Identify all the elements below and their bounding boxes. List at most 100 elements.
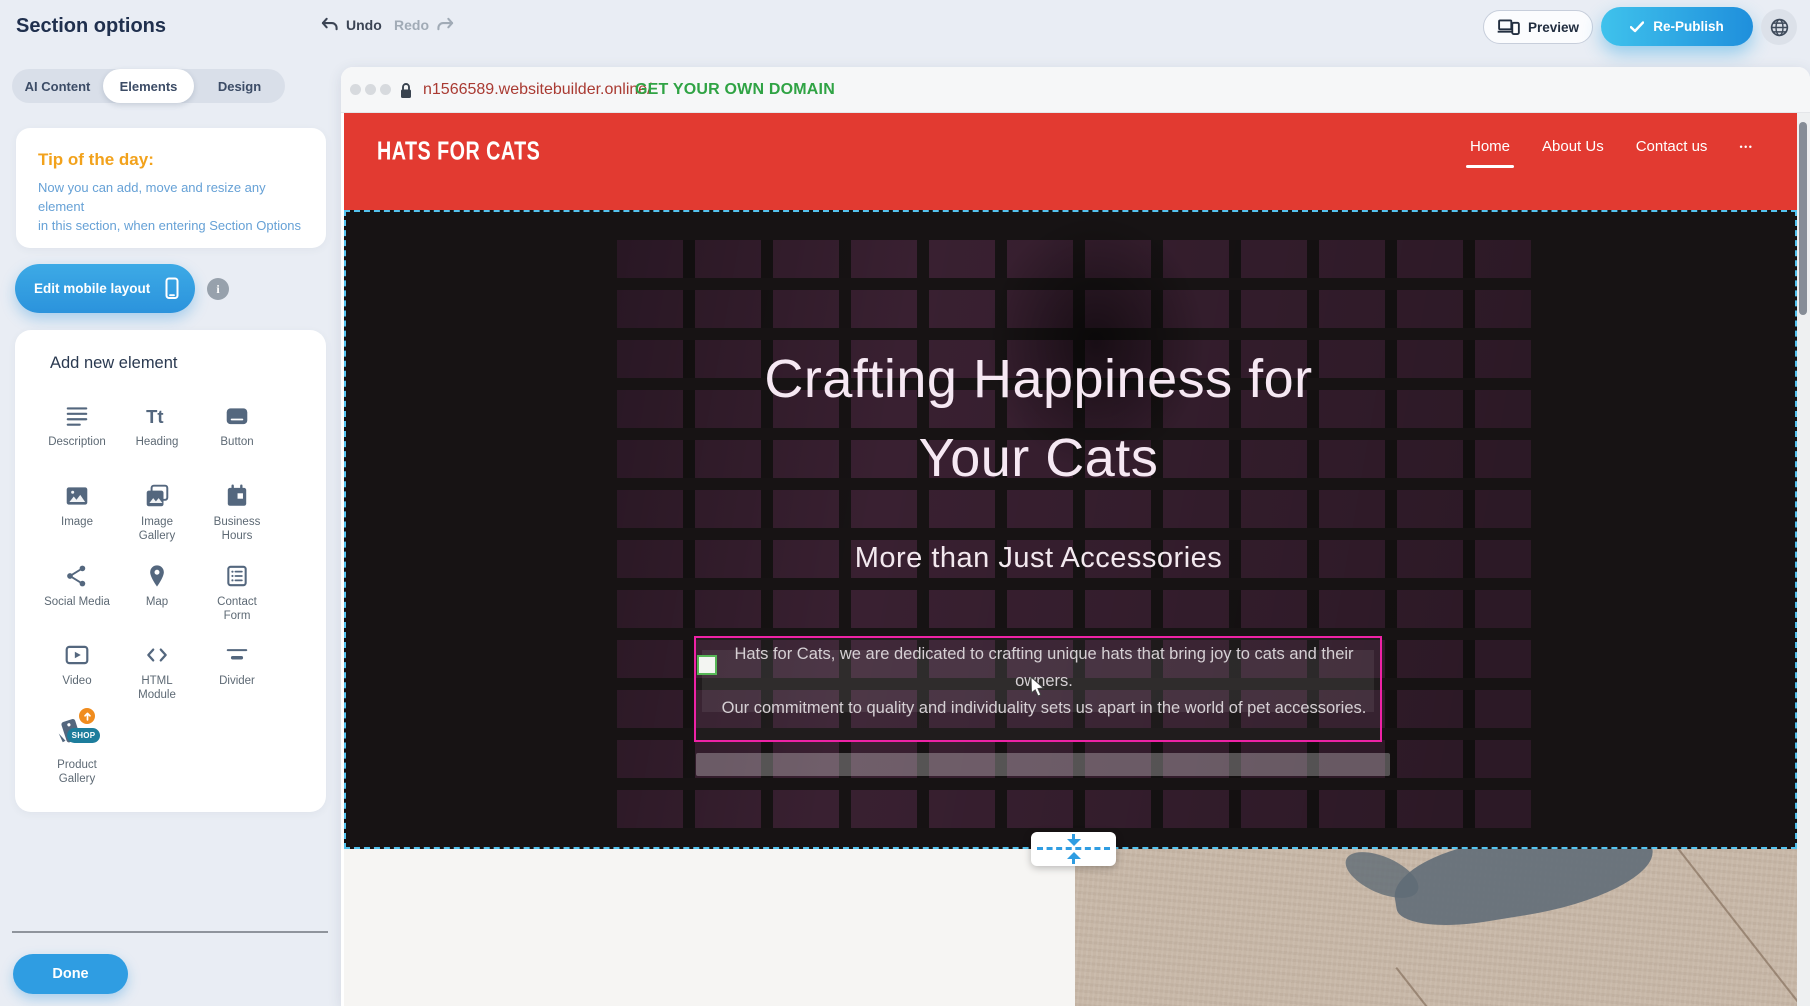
element-item-business-hours[interactable]: Business Hours xyxy=(197,483,277,543)
window-dot-icon xyxy=(350,84,361,95)
element-label: Description xyxy=(37,436,117,450)
redo-label: Redo xyxy=(394,17,429,33)
undo-icon xyxy=(320,16,339,33)
element-item-divider[interactable]: Divider xyxy=(197,642,277,689)
browser-scrollbar[interactable] xyxy=(1797,113,1810,1006)
video-icon xyxy=(64,642,90,668)
section-resize-handle[interactable] xyxy=(1031,832,1116,866)
element-label: Divider xyxy=(197,675,277,689)
element-label: HTML Module xyxy=(117,675,197,702)
element-label: Social Media xyxy=(37,596,117,610)
element-item-map[interactable]: Map xyxy=(117,563,197,610)
business-hours-icon xyxy=(224,483,250,509)
site-nav: Home About Us Contact us ••• xyxy=(1470,138,1762,155)
svg-text:Tt: Tt xyxy=(146,406,163,427)
element-item-video[interactable]: Video xyxy=(37,642,117,689)
element-label: Map xyxy=(117,596,197,610)
element-item-product-gallery[interactable]: SHOP Product Gallery xyxy=(37,712,117,786)
element-item-image[interactable]: Image xyxy=(37,483,117,530)
button-icon xyxy=(224,403,250,429)
element-item-heading[interactable]: Tt Heading xyxy=(117,403,197,450)
devices-icon xyxy=(1497,19,1520,35)
shop-badge: SHOP xyxy=(67,728,100,743)
republish-label: Re-Publish xyxy=(1653,19,1724,34)
code-icon xyxy=(144,642,170,668)
nav-item-contact-us[interactable]: Contact us xyxy=(1636,138,1708,155)
app-root: Section options Undo Redo Preview Re-Pub… xyxy=(0,0,1810,1006)
lock-icon xyxy=(399,82,413,99)
floor-grout-line xyxy=(1395,967,1581,1006)
floor-grout-line xyxy=(1673,849,1797,1006)
resize-arrow-up-icon xyxy=(1067,852,1081,859)
element-item-image-gallery[interactable]: Image Gallery xyxy=(117,483,197,543)
element-label: Business Hours xyxy=(197,516,277,543)
nav-more-icon[interactable]: ••• xyxy=(1739,142,1753,152)
element-label: Contact Form xyxy=(197,596,277,623)
preview-label: Preview xyxy=(1528,20,1579,35)
scrollbar-thumb[interactable] xyxy=(1799,122,1807,315)
heading-icon: Tt xyxy=(144,403,170,429)
element-label: Button xyxy=(197,436,277,450)
window-dot-icon xyxy=(365,84,376,95)
resize-arrow-down-icon xyxy=(1067,839,1081,846)
preview-button[interactable]: Preview xyxy=(1483,10,1593,44)
edit-mobile-layout-label: Edit mobile layout xyxy=(34,281,150,296)
site-logo[interactable]: HATS FOR CATS xyxy=(377,137,540,167)
undo-button[interactable]: Undo xyxy=(320,16,382,33)
element-item-button[interactable]: Button xyxy=(197,403,277,450)
url-text[interactable]: n1566589.websitebuilder.online/ xyxy=(423,81,652,99)
hero-section-selected[interactable]: Crafting Happiness for Your Cats More th… xyxy=(344,210,1797,849)
social-media-icon xyxy=(64,563,90,589)
info-icon[interactable]: i xyxy=(207,278,229,300)
image-icon xyxy=(64,483,90,509)
cat-shadow xyxy=(1389,849,1660,935)
done-label: Done xyxy=(52,966,88,982)
done-button[interactable]: Done xyxy=(13,954,128,994)
element-label: Image xyxy=(37,516,117,530)
element-hover-bar xyxy=(696,753,1390,776)
sidebar-divider xyxy=(12,931,328,933)
phone-icon xyxy=(165,277,179,300)
element-item-html-module[interactable]: HTML Module xyxy=(117,642,197,702)
image-gallery-icon xyxy=(144,483,170,509)
contact-form-icon xyxy=(224,563,250,589)
element-drag-handle[interactable] xyxy=(697,655,717,675)
undo-label: Undo xyxy=(346,17,382,33)
tab-design[interactable]: Design xyxy=(194,69,285,103)
element-item-contact-form[interactable]: Contact Form xyxy=(197,563,277,623)
element-label: Heading xyxy=(117,436,197,450)
nav-item-about-us[interactable]: About Us xyxy=(1542,138,1604,155)
upgrade-badge-icon xyxy=(79,708,95,724)
hero-subheading[interactable]: More than Just Accessories xyxy=(346,542,1731,575)
check-icon xyxy=(1630,21,1644,33)
element-label: Video xyxy=(37,675,117,689)
element-item-description[interactable]: Description xyxy=(37,403,117,450)
tip-title: Tip of the day: xyxy=(38,132,154,170)
redo-icon xyxy=(436,16,455,33)
tip-body: Now you can add, move and resize any ele… xyxy=(38,178,306,235)
sidebar-tabbar: AI Content Elements Design xyxy=(12,69,285,103)
globe-icon xyxy=(1769,17,1790,38)
edit-mobile-layout-button[interactable]: Edit mobile layout xyxy=(15,264,195,313)
page-title: Section options xyxy=(16,15,166,38)
next-section-floor-image xyxy=(1075,849,1797,1006)
window-dot-icon xyxy=(380,84,391,95)
language-globe-button[interactable] xyxy=(1761,9,1797,45)
nav-item-home[interactable]: Home xyxy=(1470,138,1510,155)
element-label: Product Gallery xyxy=(37,759,117,786)
site-header xyxy=(344,113,1797,210)
redo-button[interactable]: Redo xyxy=(394,16,455,33)
get-your-own-domain-link[interactable]: GET YOUR OWN DOMAIN xyxy=(635,81,835,99)
resize-dashed-line xyxy=(1037,847,1110,850)
tab-elements[interactable]: Elements xyxy=(103,69,194,103)
element-label: Image Gallery xyxy=(117,516,197,543)
map-pin-icon xyxy=(144,563,170,589)
add-element-title: Add new element xyxy=(50,354,178,373)
hero-heading[interactable]: Crafting Happiness for Your Cats xyxy=(346,340,1731,498)
mouse-cursor xyxy=(1030,676,1046,697)
description-icon xyxy=(64,403,90,429)
next-section-left-column xyxy=(344,849,1075,1006)
element-item-social-media[interactable]: Social Media xyxy=(37,563,117,610)
republish-button[interactable]: Re-Publish xyxy=(1601,7,1753,46)
tab-ai-content[interactable]: AI Content xyxy=(12,69,103,103)
